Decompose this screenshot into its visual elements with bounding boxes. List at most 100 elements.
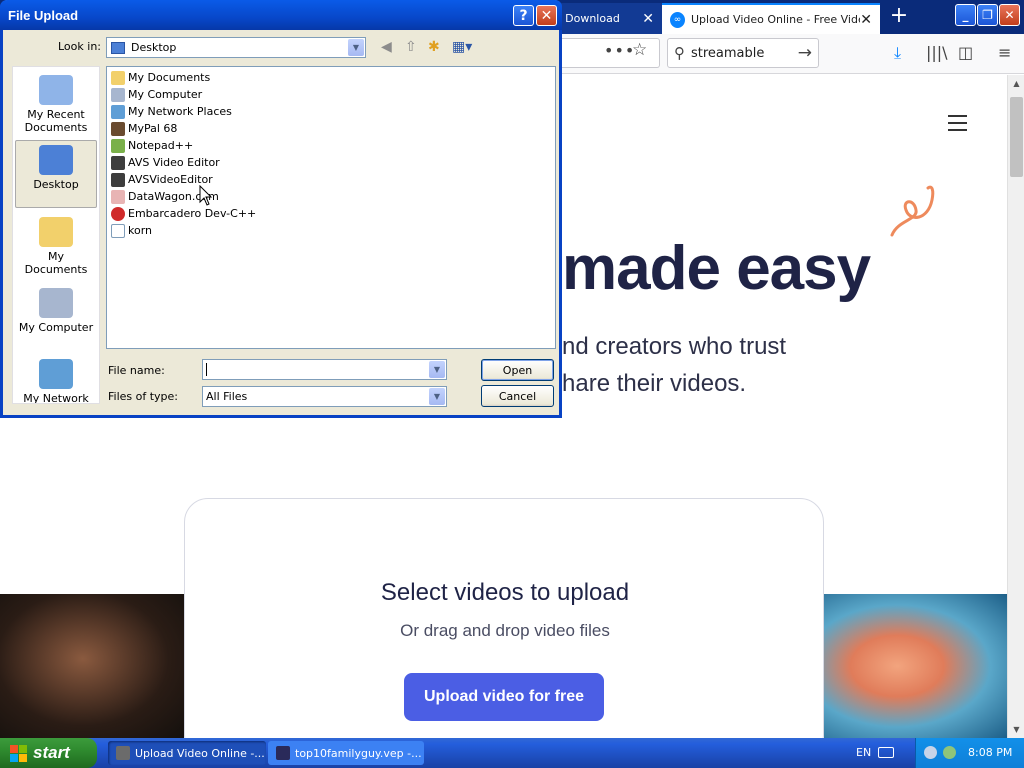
file-name: My Computer [128, 88, 203, 101]
menu-icon[interactable]: ≡ [998, 43, 1011, 62]
language-indicator[interactable]: EN [856, 746, 871, 759]
scroll-down-arrow-icon[interactable]: ▼ [1008, 721, 1024, 738]
place-label: Desktop [33, 178, 79, 191]
look-in-value: Desktop [131, 41, 177, 54]
list-item[interactable]: Embarcadero Dev-C++ [109, 205, 553, 222]
chevron-down-icon[interactable]: ▼ [429, 388, 445, 405]
search-query: streamable [691, 45, 765, 61]
tray-app-icon[interactable] [924, 746, 937, 759]
my-documents-icon [39, 217, 73, 247]
hero-subtitle-line: nd creators who trust [562, 333, 787, 360]
tab-close-icon[interactable]: ✕ [642, 11, 654, 27]
list-item[interactable]: korn [109, 222, 553, 239]
network-icon [111, 104, 125, 119]
streamable-favicon-icon: ∞ [670, 11, 685, 28]
place-label: My Documents [24, 250, 88, 276]
place-label: My Computer [18, 321, 94, 334]
shortcut-icon [111, 206, 125, 221]
up-folder-icon[interactable]: ⇧ [405, 39, 417, 55]
mouse-cursor-icon [199, 185, 213, 206]
file-name: MyPal 68 [128, 122, 178, 135]
computer-icon [111, 87, 125, 102]
page-actions-icon[interactable]: ••• [604, 41, 635, 60]
new-folder-icon[interactable]: ✱ [428, 39, 440, 55]
scroll-up-arrow-icon[interactable]: ▲ [1008, 75, 1024, 92]
upload-video-button[interactable]: Upload video for free [404, 673, 604, 721]
tab-close-icon[interactable]: ✕ [860, 12, 872, 28]
shortcut-icon [111, 172, 125, 187]
taskbar-item-browser[interactable]: Upload Video Online -... [108, 741, 266, 765]
windows-logo-icon [10, 744, 27, 762]
file-list[interactable]: My Documents My Computer My Network Plac… [106, 66, 556, 349]
dialog-close-button[interactable]: ✕ [536, 5, 557, 26]
look-in-label: Look in: [58, 40, 101, 53]
downloads-icon[interactable]: ⤓ [894, 43, 901, 63]
shortcut-icon [111, 189, 125, 204]
video-thumbnail-right [824, 594, 1007, 738]
new-tab-button[interactable]: + [886, 4, 912, 30]
files-of-type-dropdown[interactable]: All Files ▼ [202, 386, 447, 407]
place-label: My Network [23, 392, 89, 404]
place-desktop[interactable]: Desktop [15, 140, 97, 208]
restore-button[interactable]: ❐ [977, 4, 998, 26]
taskbar-item-video-editor[interactable]: top10familyguy.vep -... [268, 741, 424, 765]
list-item[interactable]: My Documents [109, 69, 553, 86]
start-button[interactable]: start [0, 738, 97, 768]
help-button[interactable]: ? [513, 5, 534, 26]
list-item[interactable]: My Network Places [109, 103, 553, 120]
file-name-input[interactable]: ▼ [202, 359, 447, 380]
tab-label: Upload Video Online - Free Video [691, 13, 861, 26]
list-item[interactable]: DataWagon.com [109, 188, 553, 205]
window-close-button[interactable]: ✕ [999, 4, 1020, 26]
sidebar-toggle-icon[interactable]: ◫ [958, 43, 973, 62]
chevron-down-icon[interactable]: ▼ [348, 39, 364, 56]
search-icon: ⚲ [674, 44, 685, 62]
list-item[interactable]: Notepad++ [109, 137, 553, 154]
shortcut-icon [111, 155, 125, 170]
desktop-icon [39, 145, 73, 175]
text-caret [206, 363, 207, 376]
minimize-button[interactable]: _ [955, 4, 976, 26]
bookmark-star-icon[interactable]: ☆ [632, 40, 647, 60]
file-name-label: File name: [108, 364, 165, 377]
open-button[interactable]: Open [481, 359, 554, 381]
file-name: AVS Video Editor [128, 156, 220, 169]
file-name: My Documents [128, 71, 211, 84]
hamburger-menu-icon[interactable] [948, 115, 967, 136]
search-bar[interactable]: ⚲ streamable → [667, 38, 819, 68]
file-name: My Network Places [128, 105, 232, 118]
places-bar: My Recent Documents Desktop My Documents… [12, 66, 100, 404]
taskbar: start Upload Video Online -... top10fami… [0, 738, 1024, 768]
upload-dropzone[interactable]: Select videos to upload Or drag and drop… [184, 498, 824, 738]
place-my-documents[interactable]: My Documents [15, 213, 97, 281]
place-my-computer[interactable]: My Computer [15, 284, 97, 352]
search-go-arrow-icon[interactable]: → [798, 43, 812, 63]
audio-file-icon [111, 223, 125, 238]
taskbar-item-label: Upload Video Online -... [135, 746, 265, 760]
library-icon[interactable]: |||\ [926, 43, 948, 62]
page-scrollbar[interactable]: ▲ ▼ [1007, 75, 1024, 738]
cancel-button[interactable]: Cancel [481, 385, 554, 407]
browser-icon [116, 746, 130, 760]
list-item[interactable]: My Computer [109, 86, 553, 103]
place-my-recent-documents[interactable]: My Recent Documents [15, 71, 97, 139]
dialog-titlebar[interactable]: File Upload ? ✕ [0, 0, 562, 30]
back-arrow-icon[interactable]: ◀ [381, 39, 392, 55]
recent-documents-icon [39, 75, 73, 105]
shortcut-icon [111, 138, 125, 153]
video-thumbnail-left [0, 594, 184, 738]
list-item[interactable]: AVS Video Editor [109, 154, 553, 171]
tray-network-icon[interactable] [943, 746, 956, 759]
list-item[interactable]: MyPal 68 [109, 120, 553, 137]
files-of-type-label: Files of type: [108, 390, 179, 403]
place-my-network[interactable]: My Network [15, 355, 97, 404]
keyboard-icon[interactable] [878, 747, 894, 758]
scrollbar-thumb[interactable] [1010, 97, 1023, 177]
file-name: Embarcadero Dev-C++ [128, 207, 257, 220]
chevron-down-icon[interactable]: ▼ [429, 361, 445, 378]
tab-upload-video[interactable]: ∞ Upload Video Online - Free Video ✕ [662, 3, 880, 34]
list-item[interactable]: AVSVideoEditor [109, 171, 553, 188]
view-menu-icon[interactable]: ▦▾ [452, 39, 472, 55]
look-in-dropdown[interactable]: Desktop ▼ [106, 37, 366, 58]
video-editor-icon [276, 746, 290, 760]
